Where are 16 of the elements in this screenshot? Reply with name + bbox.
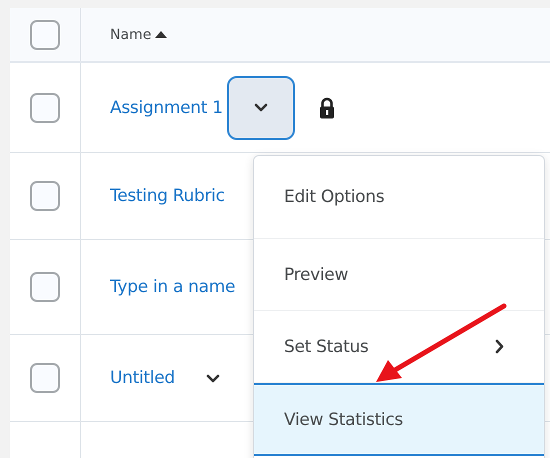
item-link[interactable]: Type in a name — [110, 277, 236, 297]
item-link[interactable]: Assignment 1 — [110, 98, 223, 118]
menu-item[interactable]: View Statistics — [254, 383, 544, 456]
menu-item[interactable]: Edit Options — [254, 156, 544, 239]
chevron-down-icon — [254, 103, 268, 112]
row-checkbox[interactable] — [30, 363, 60, 393]
chevron-down-icon — [206, 374, 220, 382]
menu-item[interactable]: Preview — [254, 239, 544, 311]
item-link[interactable]: Untitled — [110, 368, 175, 388]
row-checkbox[interactable] — [30, 272, 60, 302]
item-link[interactable]: Testing Rubric — [110, 186, 225, 206]
row-checkbox[interactable] — [30, 181, 60, 211]
row-checkbox[interactable] — [30, 92, 60, 122]
select-all-checkbox[interactable] — [30, 20, 60, 50]
column-header[interactable]: Name — [110, 26, 152, 42]
dropdown-button[interactable] — [226, 76, 295, 140]
